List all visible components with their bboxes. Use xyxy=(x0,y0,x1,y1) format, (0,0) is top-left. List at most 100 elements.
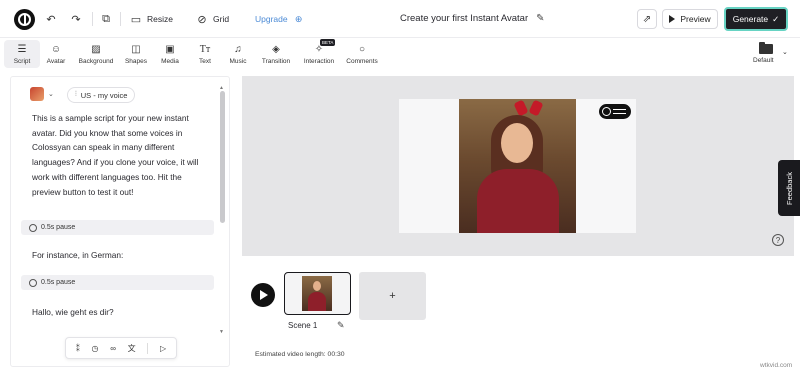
background-icon: ▨ xyxy=(91,43,101,55)
voice-label: US - my voice xyxy=(80,90,128,100)
add-scene-button[interactable]: + xyxy=(359,272,426,320)
scene-thumbnail[interactable] xyxy=(284,272,351,315)
avatar-selector[interactable]: ⌄ xyxy=(30,87,54,101)
upgrade-button[interactable]: Upgrade ⊕ xyxy=(255,11,305,27)
script-actions-toolbar: ⁑ ◷ ∞ 文 ▷ xyxy=(65,337,177,359)
clock-icon xyxy=(29,278,37,287)
pronunciation-icon[interactable]: ∞ xyxy=(110,344,116,353)
preview-label: Preview xyxy=(680,14,711,24)
tools-bar: ☰ Script ☺ Avatar ▨ Background ◫ Shapes … xyxy=(0,38,800,70)
scroll-down-icon[interactable]: ▼ xyxy=(219,329,224,335)
logo-wordmark xyxy=(613,109,626,114)
tool-shapes[interactable]: ◫ Shapes xyxy=(118,40,154,68)
undo-icon: ↶ xyxy=(46,13,56,26)
redo-icon: ↷ xyxy=(71,13,81,26)
tool-label: Transition xyxy=(261,58,291,65)
add-icon: + xyxy=(389,290,396,302)
voice-effects-icon[interactable]: ⁑ xyxy=(76,344,80,353)
shapes-icon: ◫ xyxy=(131,43,141,55)
comments-icon: ○ xyxy=(358,43,366,55)
grid-off-icon: ⊘ xyxy=(197,13,207,26)
tool-label: Comments xyxy=(346,58,378,65)
help-icon[interactable]: ? xyxy=(772,234,784,246)
editor-app: ↶ ↷ ⧉ ▭ Resize ⊘ Grid Upgrade ⊕ Create y… xyxy=(0,0,800,375)
script-scrollbar[interactable]: ▲ ▼ xyxy=(219,85,225,337)
logo-circle xyxy=(602,107,611,116)
avatar-video[interactable] xyxy=(459,99,576,233)
tool-media[interactable]: ▣ Media xyxy=(152,40,188,68)
redo-button[interactable]: ↷ xyxy=(70,11,82,27)
tool-background[interactable]: ▨ Background xyxy=(78,40,114,68)
tool-music[interactable]: ♫ Music xyxy=(220,40,256,68)
scrollbar-thumb[interactable] xyxy=(220,91,225,223)
preview-button[interactable]: Preview xyxy=(662,9,718,29)
text-icon: Tт xyxy=(199,43,211,55)
generate-label: Generate xyxy=(732,14,769,24)
resize-label: Resize xyxy=(147,14,173,24)
tool-avatar[interactable]: ☺ Avatar xyxy=(38,40,74,68)
edit-title-icon[interactable]: ✎ xyxy=(536,13,544,24)
pause-label: 0.5s pause xyxy=(41,224,76,231)
tool-text[interactable]: Tт Text xyxy=(187,40,223,68)
scene-name: Scene 1 xyxy=(288,321,318,330)
estimated-length: Estimated video length: 00:30 xyxy=(255,351,345,358)
play-icon xyxy=(260,290,268,300)
play-script-icon[interactable]: ▷ xyxy=(160,344,166,353)
copy-icon: ⧉ xyxy=(102,12,110,25)
tool-label: Music xyxy=(229,58,247,65)
copy-button[interactable]: ⧉ xyxy=(100,11,112,27)
folder-icon xyxy=(759,42,773,54)
tool-label: Script xyxy=(13,58,31,65)
document-title[interactable]: Create your first Instant Avatar ✎ xyxy=(400,13,545,24)
media-icon: ▣ xyxy=(165,43,175,55)
translate-icon[interactable]: 文 xyxy=(128,343,136,354)
avatar-sweater xyxy=(477,169,559,233)
script-line[interactable]: Hallo, wie geht es dir? xyxy=(32,307,114,317)
tool-transition[interactable]: ◈ Transition xyxy=(258,40,294,68)
tool-label: Interaction xyxy=(303,58,335,65)
pause-label: 0.5s pause xyxy=(41,279,76,286)
antler-right xyxy=(528,99,544,117)
generate-button[interactable]: Generate ✓ xyxy=(726,9,786,29)
scene-canvas[interactable] xyxy=(399,99,636,233)
undo-button[interactable]: ↶ xyxy=(45,11,57,27)
edit-scene-name-icon[interactable]: ✎ xyxy=(337,320,345,331)
script-panel: ⌄ ⫶ US - my voice This is a sample scrip… xyxy=(10,76,230,367)
avatar-thumbnail xyxy=(30,87,44,101)
toolbar-divider xyxy=(147,342,149,354)
script-paragraph[interactable]: This is a sample script for your new ins… xyxy=(32,111,212,199)
pause-icon[interactable]: ◷ xyxy=(92,344,99,353)
avatar-face xyxy=(501,123,533,163)
pause-block[interactable]: 0.5s pause xyxy=(21,220,214,235)
check-icon: ✓ xyxy=(772,13,780,24)
tool-label: Background xyxy=(78,58,114,65)
generate-button-focus-ring: Generate ✓ xyxy=(724,7,788,31)
resize-button[interactable]: ▭ Resize xyxy=(130,11,173,27)
feedback-tab[interactable]: Feedback xyxy=(778,160,800,216)
share-icon: ⇗ xyxy=(642,13,652,25)
scene-preview-face xyxy=(313,281,321,291)
pause-block[interactable]: 0.5s pause xyxy=(21,275,214,290)
play-all-button[interactable] xyxy=(251,283,275,307)
chevron-down-icon: ⌄ xyxy=(48,91,54,98)
clock-icon xyxy=(29,223,37,232)
brand-kit-label: Default xyxy=(753,57,774,64)
resize-icon: ▭ xyxy=(130,13,142,26)
transition-icon: ◈ xyxy=(272,43,280,55)
tool-label: Avatar xyxy=(46,58,66,65)
app-logo[interactable] xyxy=(14,9,35,30)
tool-comments[interactable]: ○ Comments xyxy=(343,40,381,68)
voice-selector[interactable]: ⫶ US - my voice xyxy=(67,87,136,103)
script-icon: ☰ xyxy=(17,43,27,55)
music-icon: ♫ xyxy=(234,43,242,55)
tool-label: Shapes xyxy=(124,58,148,65)
tool-script[interactable]: ☰ Script xyxy=(4,40,40,68)
brand-logo[interactable] xyxy=(599,104,631,119)
share-button[interactable]: ⇗ xyxy=(637,9,657,29)
beta-badge: BETA xyxy=(320,39,336,46)
script-line[interactable]: For instance, in German: xyxy=(32,250,123,260)
brand-kit-selector[interactable]: Default ⌄ xyxy=(752,40,792,68)
grid-button[interactable]: ⊘ Grid xyxy=(196,11,229,27)
grid-label: Grid xyxy=(213,14,230,24)
tool-label: Media xyxy=(161,58,179,65)
